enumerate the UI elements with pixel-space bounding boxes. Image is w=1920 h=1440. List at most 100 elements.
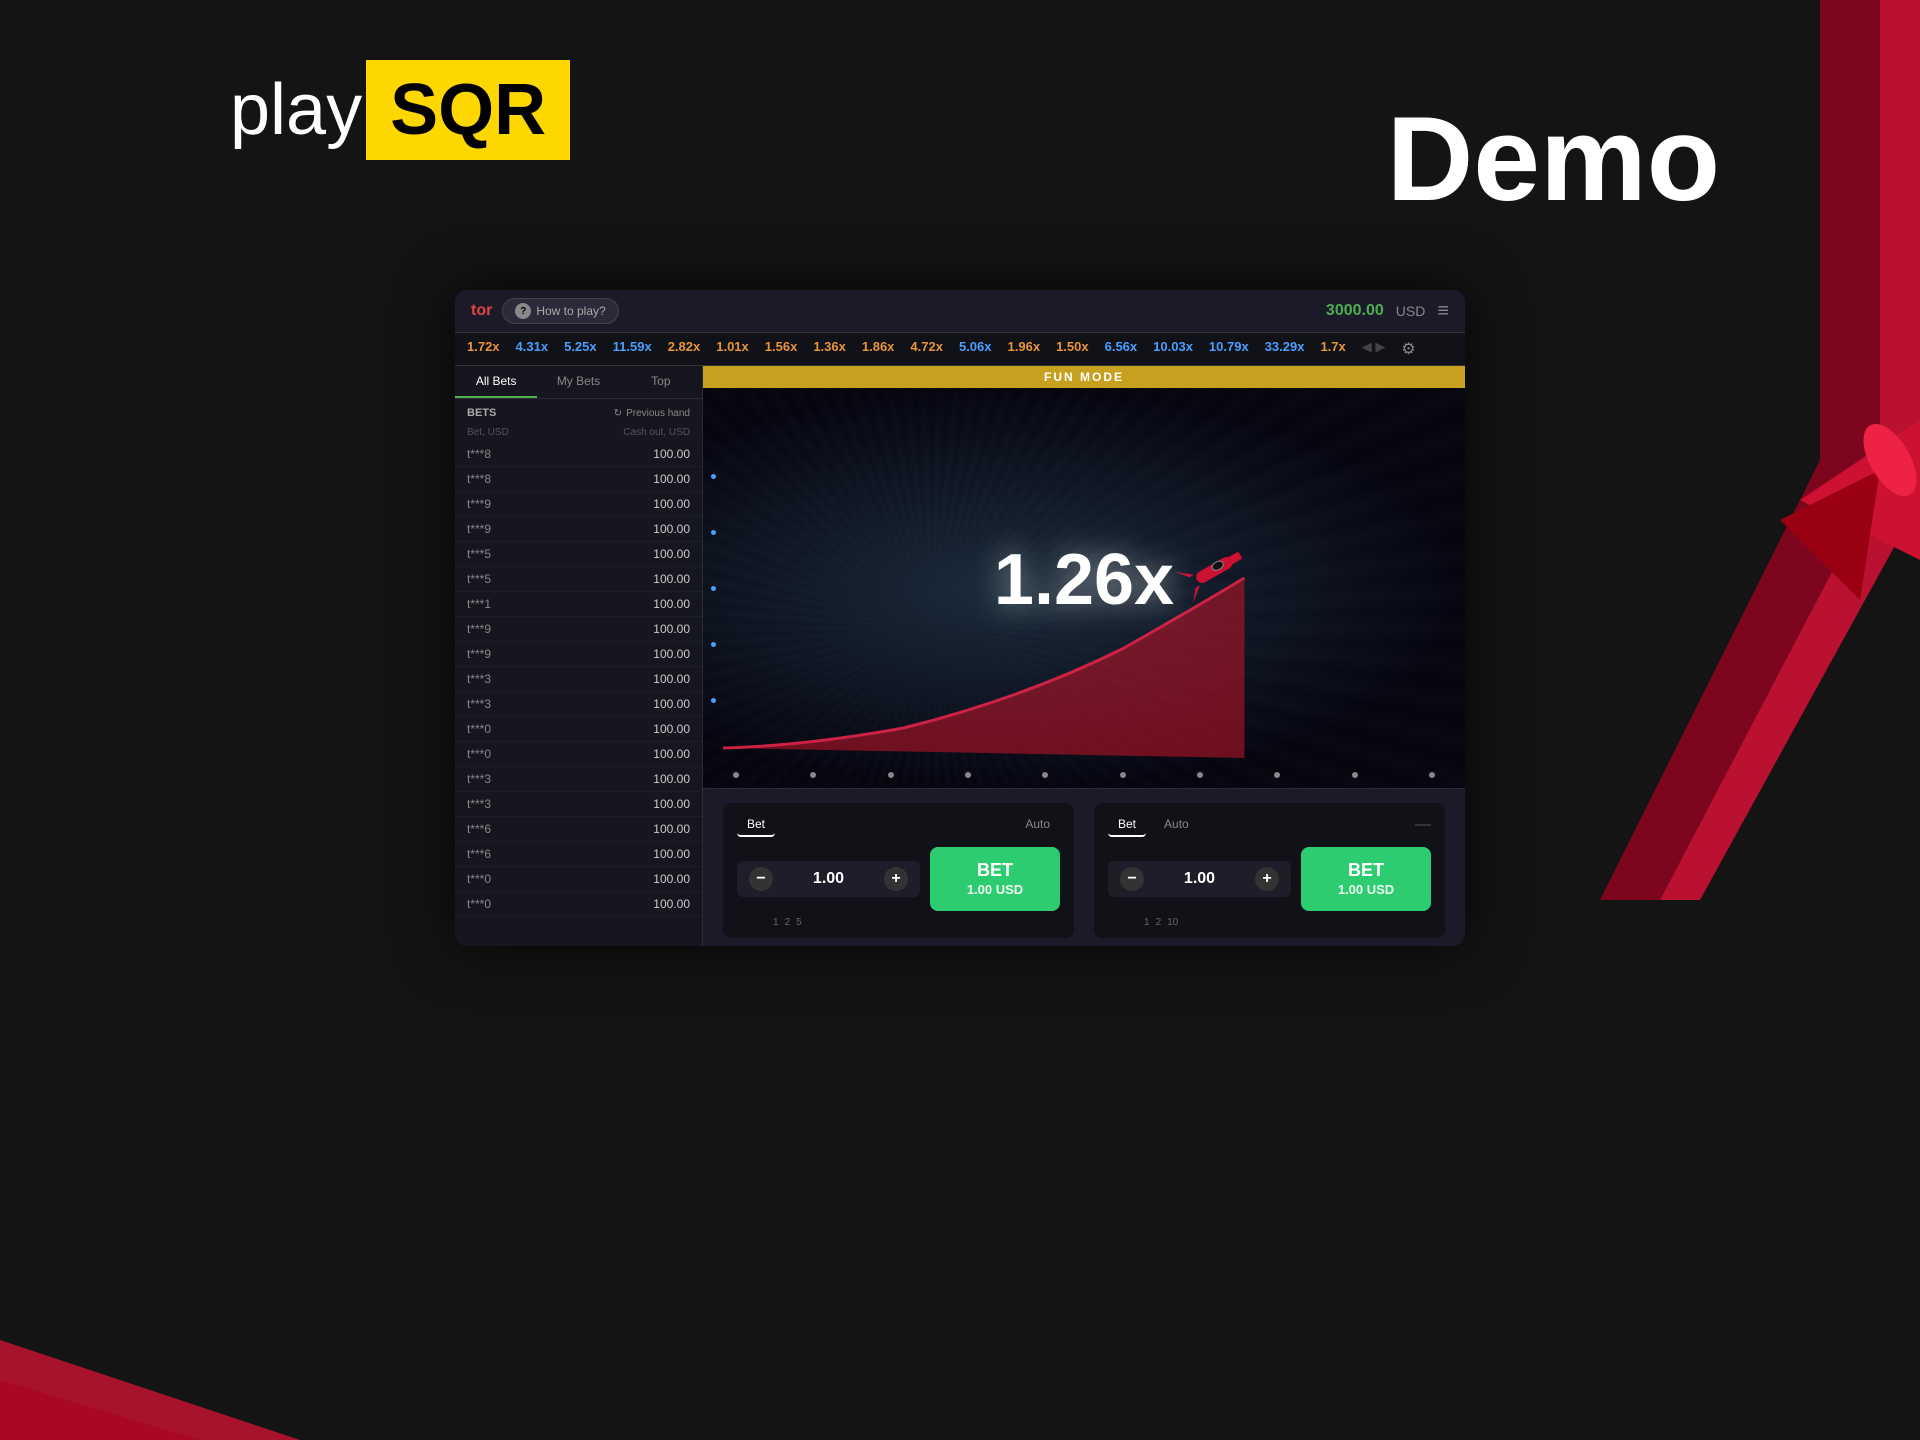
table-row: t***3 100.00 (455, 792, 702, 817)
logo-container: play SQR (230, 60, 570, 160)
prev-hand-button[interactable]: ↻ Previous hand (614, 408, 690, 419)
col-bet-header: Bet, USD (467, 427, 509, 438)
bet-input-row-1: − 1.00 + BET 1.00 USD (737, 847, 1060, 911)
settings-icon[interactable]: ⚙ (1401, 339, 1415, 359)
mult-item-0: 1.72x (467, 339, 500, 359)
bets-section-title: BETS (467, 407, 496, 419)
ticker-nav-right[interactable]: ◀ ▶ (1362, 339, 1386, 359)
multiplier-ticker: 1.72x 4.31x 5.25x 11.59x 2.82x 1.01x 1.5… (455, 333, 1465, 366)
question-icon: ? (515, 303, 531, 319)
bet-amount: 100.00 (653, 647, 690, 661)
logo-play-text: play (230, 69, 362, 151)
timeline-dot (810, 772, 816, 778)
bet-user: t***5 (467, 547, 491, 561)
bet-tab-1[interactable]: Bet (737, 813, 775, 837)
bet-tab-2[interactable]: Bet (1108, 813, 1146, 837)
stepper-minus-2[interactable]: − (1120, 867, 1144, 891)
menu-icon[interactable]: ≡ (1437, 300, 1449, 323)
table-row: t***0100.00 (455, 867, 702, 892)
table-row: t***8 100.00 (455, 467, 702, 492)
left-dot (711, 474, 716, 479)
bet-button-label-1: BET (954, 859, 1036, 882)
table-row: t***6100.00 (455, 842, 702, 867)
tab-all-bets[interactable]: All Bets (455, 366, 537, 398)
bet-amount: 100.00 (653, 897, 690, 911)
bet-button-2[interactable]: BET 1.00 USD (1301, 847, 1431, 911)
quick-amt-p2-2[interactable]: 2 (1156, 917, 1162, 928)
bet-amount: 100.00 (653, 572, 690, 586)
table-row: t***6100.00 (455, 817, 702, 842)
bet-user: t***8 (467, 447, 491, 461)
canvas-area: 1.26x (703, 388, 1465, 788)
table-row: t***9100.00 (455, 517, 702, 542)
game-title: tor (471, 302, 492, 320)
tab-my-bets[interactable]: My Bets (537, 366, 619, 398)
game-curve-svg (703, 498, 1465, 758)
stepper-plus-2[interactable]: + (1255, 867, 1279, 891)
how-to-play-button[interactable]: ? How to play? (502, 298, 618, 324)
bet-panel-1: Bet Auto − 1.00 + BET 1.00 USD (723, 803, 1074, 938)
top-bar: tor ? How to play? 3000.00 USD ≡ (455, 290, 1465, 333)
bet-amount: 100.00 (653, 472, 690, 486)
col-cashout-header: Cash out, USD (623, 427, 690, 438)
fun-mode-label: FUN MODE (1044, 370, 1124, 384)
quick-amt-2[interactable]: 2 (785, 917, 791, 928)
bet-amount: 100.00 (653, 497, 690, 511)
bet-user: t***0 (467, 747, 491, 761)
table-row: t***0 100.00 (455, 892, 702, 917)
table-row: t***5100.00 (455, 542, 702, 567)
mult-item-14: 10.03x (1153, 339, 1193, 359)
bet-amount: 100.00 (653, 772, 690, 786)
table-row: t***5100.00 (455, 567, 702, 592)
bet-user: t***9 (467, 522, 491, 536)
table-row: t***1100.00 (455, 592, 702, 617)
timeline-dot (1120, 772, 1126, 778)
top-bar-left: tor ? How to play? (471, 298, 619, 324)
quick-amt-5[interactable]: 5 (796, 917, 802, 928)
timeline-dot (888, 772, 894, 778)
table-row: t***3100.00 (455, 667, 702, 692)
game-container: tor ? How to play? 3000.00 USD ≡ 1.72x 4… (455, 290, 1465, 946)
refresh-icon: ↻ (614, 408, 622, 419)
table-row: t***0100.00 (455, 742, 702, 767)
bet-user: t***9 (467, 647, 491, 661)
auto-tab-2[interactable]: Auto (1154, 813, 1199, 837)
panel-dash: — (1415, 816, 1431, 834)
bet-user: t***8 (467, 472, 491, 486)
bet-user: t***1 (467, 597, 491, 611)
bet-amount: 100.00 (653, 797, 690, 811)
table-row: t***9 100.00 (455, 492, 702, 517)
bet-user: t***0 (467, 897, 491, 911)
bets-list: t***8 100.00 t***8 100.00 t***9 100.00 t***… (455, 442, 702, 917)
balance-currency: USD (1396, 303, 1426, 319)
stepper-minus-1[interactable]: − (749, 867, 773, 891)
quick-amt-p2-1[interactable]: 1 (1144, 917, 1150, 928)
bet-amount: 100.00 (653, 847, 690, 861)
bet-user: t***3 (467, 797, 491, 811)
bet-panel-2-tabs: Bet Auto — (1108, 813, 1431, 837)
bet-user: t***3 (467, 672, 491, 686)
auto-tab-1[interactable]: Auto (1015, 813, 1060, 837)
mult-item-1: 4.31x (516, 339, 549, 359)
bet-amount: 100.00 (653, 722, 690, 736)
game-wrapper: tor ? How to play? 3000.00 USD ≡ 1.72x 4… (0, 290, 1920, 946)
table-row: t***8 100.00 (455, 442, 702, 467)
bet-button-amount-1: 1.00 USD (954, 882, 1036, 899)
bets-tabs: All Bets My Bets Top (455, 366, 702, 399)
tab-top[interactable]: Top (620, 366, 702, 398)
fun-mode-bar: FUN MODE (703, 366, 1465, 388)
mult-item-2: 5.25x (564, 339, 597, 359)
stepper-plus-1[interactable]: + (884, 867, 908, 891)
bet-user: t***3 (467, 697, 491, 711)
mult-item-7: 1.36x (813, 339, 846, 359)
bet-amount: 100.00 (653, 447, 690, 461)
logo-sqr-text: SQR (390, 70, 546, 150)
table-row: t***9 100.00 (455, 642, 702, 667)
bet-button-1[interactable]: BET 1.00 USD (930, 847, 1060, 911)
quick-amt-p2-10[interactable]: 10 (1167, 917, 1178, 928)
mult-item-17: 1.7x (1320, 339, 1345, 359)
quick-amt-1[interactable]: 1 (773, 917, 779, 928)
mult-item-9: 4.72x (910, 339, 943, 359)
quick-amounts-1: 1 2 5 (737, 917, 1060, 928)
bet-user: t***9 (467, 497, 491, 511)
